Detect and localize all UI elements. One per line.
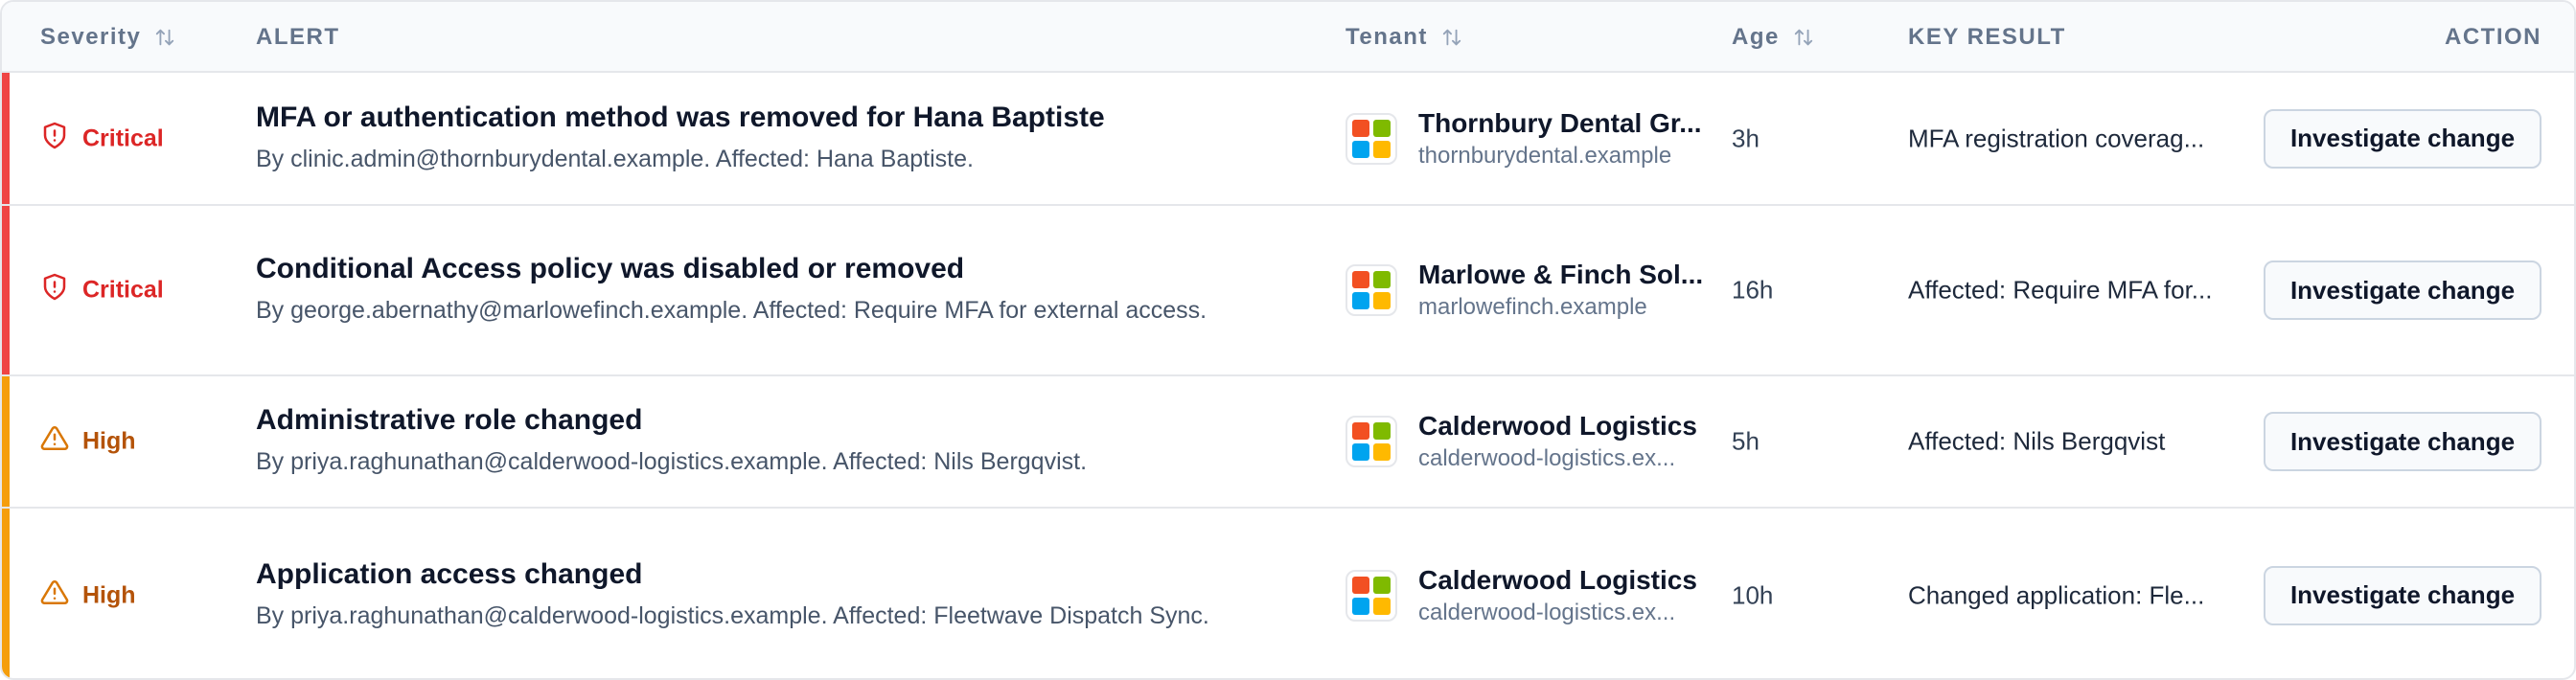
severity-badge: Critical — [40, 273, 164, 308]
alerts-table: Severity ALERT Tenant Age KEY RESULT ACT… — [0, 0, 2576, 680]
age-value: 3h — [1732, 124, 1760, 152]
shield-alert-icon — [40, 273, 82, 308]
tenant-cell: Marlowe & Finch Sol... marlowefinch.exam… — [1346, 258, 1710, 323]
alert-title[interactable]: Conditional Access policy was disabled o… — [256, 250, 1272, 288]
microsoft-logo-icon — [1346, 569, 1397, 622]
tenant-column-header[interactable]: Tenant — [1346, 2, 1462, 73]
microsoft-logo-icon — [1346, 112, 1397, 165]
table-header: Severity ALERT Tenant Age KEY RESULT ACT… — [2, 2, 2574, 73]
severity-bar — [2, 73, 10, 204]
tenant-cell: Thornbury Dental Gr... thornburydental.e… — [1346, 106, 1710, 171]
alert-description: By george.abernathy@marlowefinch.example… — [256, 297, 1208, 324]
age-column-header[interactable]: Age — [1732, 2, 1814, 73]
alert-title[interactable]: Application access changed — [256, 555, 1272, 594]
alert-description: By priya.raghunathan@calderwood-logistic… — [256, 601, 1209, 629]
severity-label: High — [82, 581, 136, 608]
severity-bar — [2, 376, 10, 507]
warning-triangle-icon — [40, 424, 82, 460]
severity-header-label: Severity — [40, 24, 142, 50]
alert-cell: Administrative role changed By priya.rag… — [256, 401, 1272, 482]
key-result-header-label: KEY RESULT — [1908, 24, 2066, 50]
severity-badge: High — [40, 424, 136, 460]
sort-icon[interactable] — [1793, 27, 1814, 48]
table-row: Critical Conditional Access policy was d… — [2, 206, 2574, 376]
tenant-cell: Calderwood Logistics calderwood-logistic… — [1346, 409, 1710, 474]
alert-cell: MFA or authentication method was removed… — [256, 99, 1272, 179]
action-column-header: ACTION — [2445, 2, 2542, 73]
alert-title[interactable]: MFA or authentication method was removed… — [256, 99, 1272, 137]
investigate-change-button[interactable]: Investigate change — [2264, 108, 2542, 169]
severity-bar — [2, 509, 10, 678]
age-value: 5h — [1732, 426, 1760, 456]
microsoft-logo-icon — [1346, 416, 1397, 467]
key-result: MFA registration coverag... — [1908, 124, 2205, 152]
alert-description: By clinic.admin@thornburydental.example.… — [256, 145, 974, 172]
key-result: Affected: Nils Bergqvist — [1908, 426, 2166, 456]
tenant-domain: marlowefinch.example — [1418, 294, 1647, 320]
alert-column-header: ALERT — [256, 2, 340, 73]
warning-triangle-icon — [40, 578, 82, 613]
investigate-change-button[interactable]: Investigate change — [2264, 261, 2542, 320]
tenant-domain: thornburydental.example — [1418, 142, 1672, 169]
alert-cell: Application access changed By priya.ragh… — [256, 555, 1272, 636]
severity-column-header[interactable]: Severity — [40, 2, 175, 73]
alert-cell: Conditional Access policy was disabled o… — [256, 250, 1272, 330]
tenant-name: Marlowe & Finch Sol... — [1418, 260, 1704, 289]
tenant-cell: Calderwood Logistics calderwood-logistic… — [1346, 563, 1710, 628]
action-header-label: ACTION — [2445, 24, 2542, 50]
severity-badge: High — [40, 578, 136, 613]
tenant-domain: calderwood-logistics.ex... — [1418, 445, 1676, 471]
shield-alert-icon — [40, 121, 82, 156]
tenant-name: Thornbury Dental Gr... — [1418, 107, 1702, 138]
table-row: High Application access changed By priya… — [2, 509, 2574, 678]
severity-label: High — [82, 427, 136, 455]
key-result: Affected: Require MFA for... — [1908, 275, 2213, 305]
severity-label: Critical — [82, 276, 164, 304]
alert-title[interactable]: Administrative role changed — [256, 401, 1272, 440]
alert-header-label: ALERT — [256, 24, 340, 50]
investigate-change-button[interactable]: Investigate change — [2264, 412, 2542, 471]
tenant-name: Calderwood Logistics — [1418, 564, 1697, 595]
key-result-column-header: KEY RESULT — [1908, 2, 2066, 73]
alert-description: By priya.raghunathan@calderwood-logistic… — [256, 448, 1088, 475]
tenant-name: Calderwood Logistics — [1418, 411, 1697, 441]
sort-icon[interactable] — [1441, 27, 1462, 48]
table-row: Critical MFA or authentication method wa… — [2, 73, 2574, 206]
age-value: 16h — [1732, 275, 1774, 305]
tenant-domain: calderwood-logistics.ex... — [1418, 599, 1676, 625]
age-value: 10h — [1732, 580, 1774, 609]
sort-icon[interactable] — [154, 27, 175, 48]
severity-label: Critical — [82, 125, 164, 151]
severity-bar — [2, 206, 10, 374]
tenant-header-label: Tenant — [1346, 24, 1428, 50]
investigate-change-button[interactable]: Investigate change — [2264, 565, 2542, 625]
key-result: Changed application: Fle... — [1908, 580, 2205, 609]
table-row: High Administrative role changed By priy… — [2, 376, 2574, 509]
age-header-label: Age — [1732, 24, 1780, 50]
microsoft-logo-icon — [1346, 264, 1397, 316]
severity-badge: Critical — [40, 121, 164, 156]
